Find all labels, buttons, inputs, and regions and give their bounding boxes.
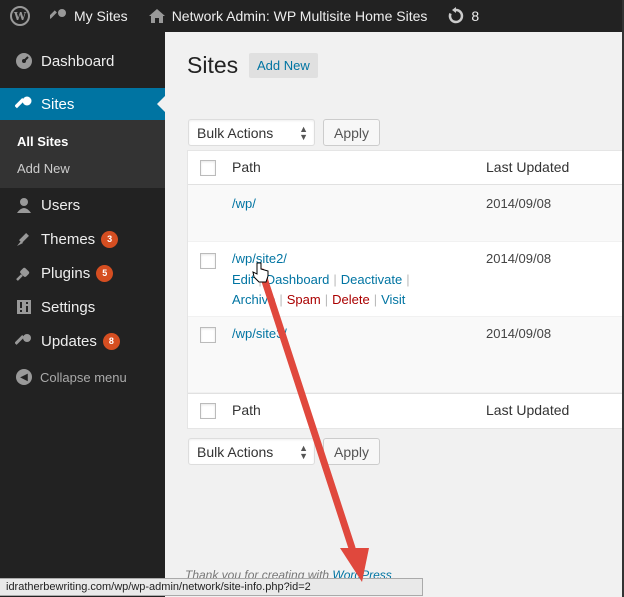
wordpress-logo-button[interactable]: W [0, 0, 40, 32]
site-path-link[interactable]: /wp/site3/ [232, 326, 287, 341]
collapse-menu-label: Collapse menu [40, 369, 127, 385]
sidebar-item-users[interactable]: Users [0, 188, 165, 222]
sidebar-item-label: Plugins [41, 264, 91, 282]
admin-bar: W My Sites Network Admin: WP Multisite H… [0, 0, 624, 32]
collapse-arrow-icon: ◀ [16, 369, 32, 385]
sites-table: Path Last Updated /wp/ 2014/09/08 /wp/si… [187, 150, 624, 429]
row-checkbox[interactable] [200, 327, 216, 343]
table-row: /wp/ 2014/09/08 [188, 185, 624, 242]
select-all-checkbox[interactable] [200, 160, 216, 176]
sidebar-item-label: Sites [41, 95, 75, 113]
network-admin-menu[interactable]: Network Admin: WP Multisite Home Sites [138, 0, 438, 32]
bulk-actions-top: Bulk Actions ▲ ▼ Apply [188, 119, 381, 146]
status-bar-url: idratherbewriting.com/wp/wp-admin/networ… [6, 581, 311, 593]
bulk-actions-value: Bulk Actions [197, 443, 274, 460]
wordpress-logo-icon: W [10, 6, 30, 26]
sidebar-item-settings[interactable]: Settings [0, 290, 165, 324]
plugins-update-badge: 5 [96, 264, 114, 282]
site-path-link[interactable]: /wp/ [232, 196, 256, 211]
browser-status-bar: idratherbewriting.com/wp/wp-admin/networ… [0, 578, 423, 596]
key-icon [50, 7, 68, 25]
home-icon [148, 8, 166, 24]
plug-icon [14, 264, 34, 282]
sidebar-item-label: Dashboard [41, 52, 115, 70]
apply-button-bottom[interactable]: Apply [323, 438, 381, 465]
spam-link[interactable]: Spam [287, 292, 321, 307]
dashboard-link[interactable]: Dashboard [266, 272, 330, 287]
delete-link[interactable]: Delete [332, 292, 370, 307]
bulk-actions-value: Bulk Actions [197, 124, 274, 141]
table-header: Path Last Updated [188, 151, 624, 185]
sidebar-item-plugins[interactable]: Plugins 5 [0, 256, 165, 290]
sidebar-item-label: Themes [41, 230, 96, 248]
table-row: /wp/site2/ 2014/09/08 Edit | Dashboard | Dea… [188, 242, 624, 317]
submenu-all-sites[interactable]: All Sites [0, 128, 165, 155]
submenu-add-new[interactable]: Add New [0, 155, 165, 182]
sidebar-item-label: Users [41, 196, 81, 214]
my-sites-label: My Sites [74, 8, 128, 24]
select-arrows-icon: ▲ ▼ [299, 442, 308, 461]
my-sites-menu[interactable]: My Sites [40, 0, 138, 32]
select-arrows-icon: ▲ ▼ [299, 123, 308, 142]
sites-submenu: All Sites Add New [0, 120, 165, 188]
edit-link[interactable]: Edit [232, 272, 254, 287]
dashboard-icon [14, 52, 34, 70]
settings-icon [14, 299, 34, 315]
site-path-link[interactable]: /wp/site2/ [232, 251, 287, 266]
row-checkbox[interactable] [200, 253, 216, 269]
bulk-actions-select-bottom[interactable]: Bulk Actions ▲ ▼ [188, 438, 315, 465]
themes-update-badge: 3 [101, 230, 119, 248]
table-row: /wp/site3/ 2014/09/08 [188, 317, 624, 393]
archive-link[interactable]: Archive [232, 292, 275, 307]
admin-sidebar: Dashboard Sites All Sites Add New Users … [0, 32, 165, 597]
sidebar-item-dashboard[interactable]: Dashboard [0, 44, 165, 78]
sidebar-item-sites[interactable]: Sites [0, 88, 165, 120]
site-last-updated: 2014/09/08 [486, 196, 552, 211]
sidebar-item-themes[interactable]: Themes 3 [0, 222, 165, 256]
visit-link[interactable]: Visit [381, 292, 405, 307]
updates-badge: 8 [102, 332, 120, 350]
brush-icon [14, 230, 34, 248]
sidebar-item-label: Settings [41, 298, 96, 316]
site-last-updated: 2014/09/08 [486, 326, 552, 341]
table-footer: Path Last Updated [188, 393, 624, 428]
page-title: Sites [187, 52, 239, 78]
column-footer-path[interactable]: Path [232, 402, 261, 418]
updates-menu[interactable]: 8 [437, 0, 489, 32]
select-all-checkbox-footer[interactable] [200, 403, 216, 419]
column-header-last-updated[interactable]: Last Updated [486, 159, 569, 175]
deactivate-link[interactable]: Deactivate [341, 272, 402, 287]
bulk-actions-bottom: Bulk Actions ▲ ▼ Apply [188, 438, 381, 465]
wrench-icon [14, 95, 34, 113]
updates-count: 8 [471, 8, 480, 24]
bulk-actions-select[interactable]: Bulk Actions ▲ ▼ [188, 119, 315, 146]
column-header-path[interactable]: Path [232, 159, 261, 175]
site-last-updated: 2014/09/08 [486, 251, 552, 266]
main-content: Sites Add New Bulk Actions ▲ ▼ Apply Path… [165, 32, 624, 597]
refresh-icon [447, 7, 465, 25]
row-actions: Edit | Dashboard | Deactivate | Archive | Spam |… [232, 272, 410, 307]
column-footer-last-updated[interactable]: Last Updated [486, 402, 569, 418]
collapse-menu-button[interactable]: ◀ Collapse menu [0, 360, 165, 394]
network-admin-label: Network Admin: WP Multisite Home Sites [171, 8, 428, 24]
wrench-icon [14, 332, 34, 350]
sidebar-item-label: Updates [41, 332, 97, 350]
sidebar-item-updates[interactable]: Updates 8 [0, 324, 165, 358]
add-new-button[interactable]: Add New [249, 53, 318, 78]
apply-button[interactable]: Apply [323, 119, 381, 146]
users-icon [14, 197, 34, 213]
